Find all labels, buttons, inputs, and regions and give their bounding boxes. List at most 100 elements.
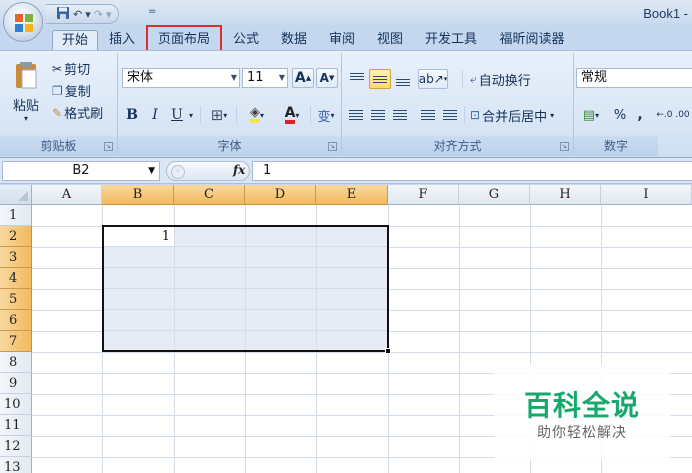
column-header-e[interactable]: E — [316, 185, 388, 205]
redo-icon[interactable]: ↷ — [94, 8, 103, 21]
row-header-9[interactable]: 9 — [0, 373, 32, 394]
grow-font-button[interactable]: A ▲ — [292, 68, 314, 88]
paste-button[interactable]: 粘贴 ▾ — [6, 57, 46, 127]
fill-color-button[interactable]: ◈ ▾ — [240, 105, 274, 125]
row-header-12[interactable]: 12 — [0, 436, 32, 457]
tab-data[interactable]: 数据 — [274, 30, 314, 50]
border-button[interactable]: ⊞ ▾ — [204, 105, 234, 125]
font-launcher-icon[interactable]: ↘ — [328, 142, 337, 151]
number-format-value: 常规 — [581, 70, 608, 85]
decrease-indent-button[interactable] — [418, 105, 438, 125]
tab-view[interactable]: 视图 — [370, 30, 410, 50]
clipboard-launcher-icon[interactable]: ↘ — [104, 142, 113, 151]
tab-insert[interactable]: 插入 — [102, 30, 142, 50]
orientation-button[interactable]: ab↗ ▾ — [418, 69, 448, 89]
row-header-6[interactable]: 6 — [0, 310, 32, 331]
wrap-text-button[interactable]: ⤶ 自动换行 — [470, 69, 531, 89]
office-button[interactable] — [3, 2, 43, 42]
cut-label: 剪切 — [64, 63, 91, 78]
expand-icon[interactable]: ◦ — [171, 165, 185, 179]
copy-button[interactable]: ❐ 复制 — [52, 81, 91, 101]
tab-page-layout[interactable]: 页面布局 — [146, 25, 222, 53]
font-name-field[interactable]: 宋体 ▼ — [122, 68, 240, 88]
redo-dropdown-icon[interactable]: ▾ — [106, 8, 112, 21]
comma-button[interactable]: , — [632, 105, 648, 125]
select-all-button[interactable] — [0, 185, 32, 205]
column-header-a[interactable]: A — [32, 185, 102, 205]
cut-button[interactable]: ✂ 剪切 — [52, 59, 91, 79]
font-group: 宋体 ▼ 11 ▼ A ▲ A ▼ B I U ▾ ⊞ ▾ ◈ ▾ A ▾ 变 ▾ 字体 ↘ — [118, 53, 342, 156]
bold-button[interactable]: B — [122, 105, 142, 125]
title-bar: ↶ ▾ ↷ ▾ = Book1 - — [0, 0, 692, 28]
font-name-dropdown-icon[interactable]: ▼ — [231, 69, 237, 87]
alignment-group: ab↗ ▾ ⤶ 自动换行 ⊡ 合并后居中 ▾ 对齐方式 ↘ — [342, 53, 574, 156]
cell-b2[interactable]: 1 — [104, 227, 174, 246]
column-header-h[interactable]: H — [530, 185, 601, 205]
undo-icon[interactable]: ↶ — [73, 8, 82, 21]
scissors-icon: ✂ — [52, 61, 63, 76]
column-header-g[interactable]: G — [459, 185, 530, 205]
row-header-10[interactable]: 10 — [0, 394, 32, 415]
increase-indent-icon — [443, 110, 457, 120]
phonetic-button[interactable]: 变 ▾ — [312, 105, 340, 125]
number-format-field[interactable]: 常规 — [576, 68, 692, 88]
alignment-launcher-icon[interactable]: ↘ — [560, 142, 569, 151]
column-header-b[interactable]: B — [102, 185, 174, 205]
increase-decimal-button[interactable]: ←.0 .00 — [654, 105, 692, 125]
align-bottom-button[interactable] — [392, 69, 414, 89]
copy-icon: ❐ — [52, 83, 63, 98]
tab-review[interactable]: 审阅 — [322, 30, 362, 50]
align-right-button[interactable] — [390, 105, 410, 125]
column-header-c[interactable]: C — [174, 185, 245, 205]
font-color-button[interactable]: A ▾ — [276, 105, 308, 125]
wrap-text-label: 自动换行 — [478, 73, 531, 89]
merge-center-button[interactable]: ⊡ 合并后居中 ▾ — [470, 105, 554, 125]
align-left-button[interactable] — [346, 105, 366, 125]
row-header-8[interactable]: 8 — [0, 352, 32, 373]
shrink-font-button[interactable]: A ▼ — [316, 68, 338, 88]
tab-formulas[interactable]: 公式 — [226, 30, 266, 50]
increase-indent-button[interactable] — [440, 105, 460, 125]
save-icon[interactable] — [56, 6, 70, 23]
name-box[interactable]: B2 ▼ — [2, 161, 160, 181]
tab-developer[interactable]: 开发工具 — [418, 30, 484, 50]
row-header-11[interactable]: 11 — [0, 415, 32, 436]
column-header-f[interactable]: F — [388, 185, 459, 205]
font-size-dropdown-icon[interactable]: ▼ — [279, 69, 285, 87]
orientation-icon: ab↗ — [418, 72, 444, 86]
paste-dropdown-icon[interactable]: ▾ — [24, 114, 28, 123]
percent-button[interactable]: % — [610, 105, 630, 125]
column-header-i[interactable]: I — [601, 185, 692, 205]
row-header-4[interactable]: 4 — [0, 268, 32, 289]
row-header-5[interactable]: 5 — [0, 289, 32, 310]
row-header-1[interactable]: 1 — [0, 205, 32, 226]
customize-qat-icon[interactable]: = — [148, 6, 156, 17]
accounting-format-button[interactable]: ▤ ▾ — [576, 105, 606, 125]
undo-dropdown-icon[interactable]: ▾ — [85, 8, 91, 21]
format-painter-button[interactable]: ✎ 格式刷 — [52, 103, 103, 123]
clipboard-group-label: 剪贴板 — [0, 136, 117, 156]
underline-button[interactable]: U — [168, 105, 186, 125]
row-header-3[interactable]: 3 — [0, 247, 32, 268]
tab-home[interactable]: 开始 — [52, 30, 98, 50]
align-middle-button[interactable] — [369, 69, 391, 89]
column-header-d[interactable]: D — [245, 185, 316, 205]
align-center-button[interactable] — [368, 105, 388, 125]
insert-function-icon[interactable]: fx — [233, 163, 245, 177]
paste-icon — [16, 62, 37, 89]
number-group-label: 数字 — [574, 136, 658, 156]
row-header-7[interactable]: 7 — [0, 331, 32, 352]
formula-input[interactable]: 1 — [252, 161, 692, 181]
fill-handle[interactable] — [385, 348, 391, 354]
paste-label: 粘贴 — [12, 99, 39, 114]
wrap-text-icon: ⤶ — [470, 71, 477, 86]
row-header-13[interactable]: 13 — [0, 457, 32, 473]
align-top-button[interactable] — [346, 69, 368, 89]
row-header-2[interactable]: 2 — [0, 226, 32, 247]
name-box-dropdown-icon[interactable]: ▼ — [148, 162, 155, 180]
name-box-value: B2 — [72, 163, 90, 178]
italic-button[interactable]: I — [146, 105, 164, 125]
underline-dropdown-icon[interactable]: ▾ — [186, 105, 196, 125]
font-size-field[interactable]: 11 ▼ — [242, 68, 288, 88]
tab-foxit-reader[interactable]: 福昕阅读器 — [492, 30, 572, 50]
